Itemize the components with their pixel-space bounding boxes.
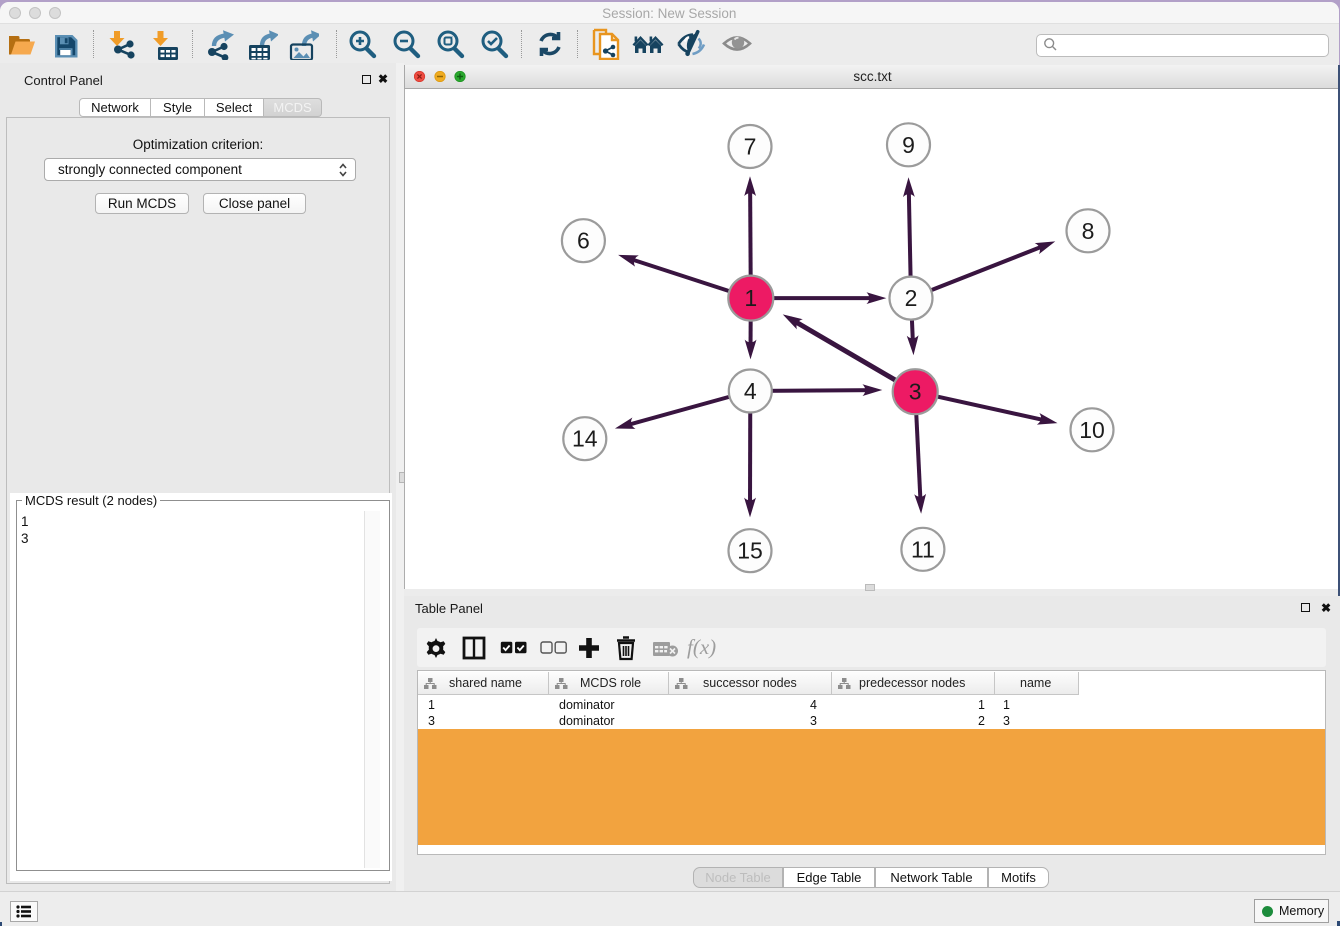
svg-text:11: 11 [911, 536, 935, 562]
svg-text:14: 14 [572, 426, 598, 452]
svg-text:15: 15 [737, 538, 763, 564]
svg-text:8: 8 [1082, 218, 1095, 244]
svg-text:6: 6 [577, 228, 590, 254]
svg-text:4: 4 [744, 378, 757, 404]
svg-text:1: 1 [744, 285, 757, 311]
svg-text:9: 9 [902, 132, 915, 158]
svg-text:3: 3 [909, 379, 922, 405]
svg-text:7: 7 [744, 134, 757, 160]
svg-text:10: 10 [1079, 417, 1105, 443]
svg-text:2: 2 [905, 285, 918, 311]
